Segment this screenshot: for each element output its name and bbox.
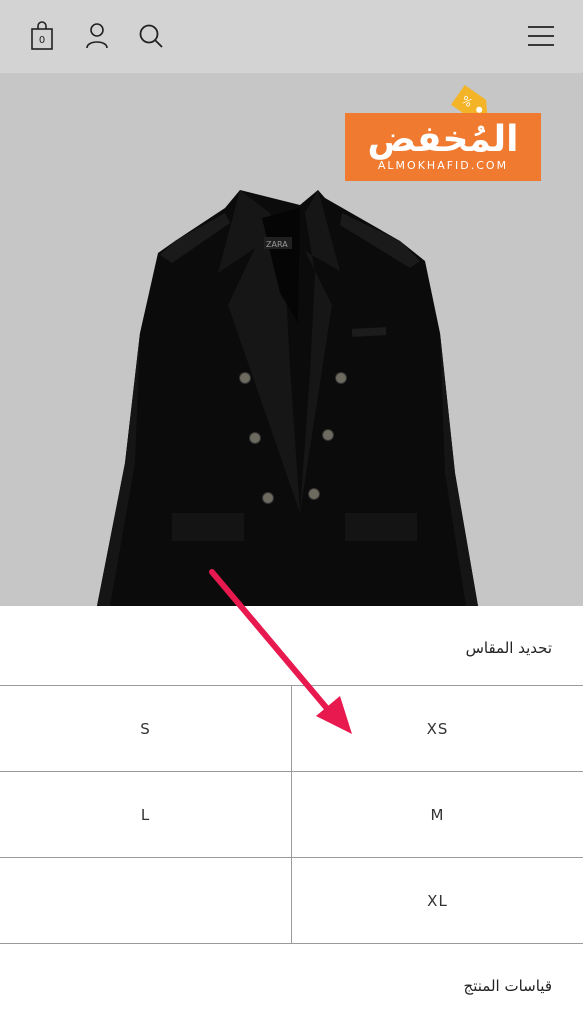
size-option-l[interactable]: L (0, 772, 292, 857)
cart-button[interactable]: 0 (26, 18, 58, 54)
button (322, 429, 334, 441)
user-icon (86, 23, 108, 49)
size-option-empty (0, 858, 292, 943)
size-guide-link[interactable]: قياسات المنتج (464, 977, 552, 995)
menu-icon (528, 26, 554, 46)
search-button[interactable] (135, 18, 167, 54)
size-option-m[interactable]: M (292, 772, 583, 857)
button (249, 432, 261, 444)
size-grid: S XS L M XL (0, 685, 583, 944)
button (308, 488, 320, 500)
brand-label: ZARA (266, 240, 288, 249)
size-panel-title: تحديد المقاس (465, 639, 552, 657)
size-option-xs[interactable]: XS (292, 686, 583, 771)
size-row: XL (0, 858, 583, 944)
size-row: S XS (0, 686, 583, 772)
size-panel: تحديد المقاس S XS L M XL قياسات المنتج (0, 606, 583, 1024)
watermark-latin: ALMOKHAFID.COM (377, 159, 509, 172)
button (262, 492, 274, 504)
button (335, 372, 347, 384)
watermark-arabic: المُخفض (367, 119, 519, 160)
search-icon (139, 24, 163, 48)
size-option-s[interactable]: S (0, 686, 292, 771)
account-button[interactable] (81, 18, 113, 54)
menu-button[interactable] (524, 18, 558, 54)
size-row: L M (0, 772, 583, 858)
size-option-xl[interactable]: XL (292, 858, 583, 943)
top-bar: 0 (0, 0, 583, 73)
button (239, 372, 251, 384)
cart-count: 0 (38, 35, 46, 46)
watermark-logo: المُخفض ALMOKHAFID.COM (345, 113, 541, 181)
